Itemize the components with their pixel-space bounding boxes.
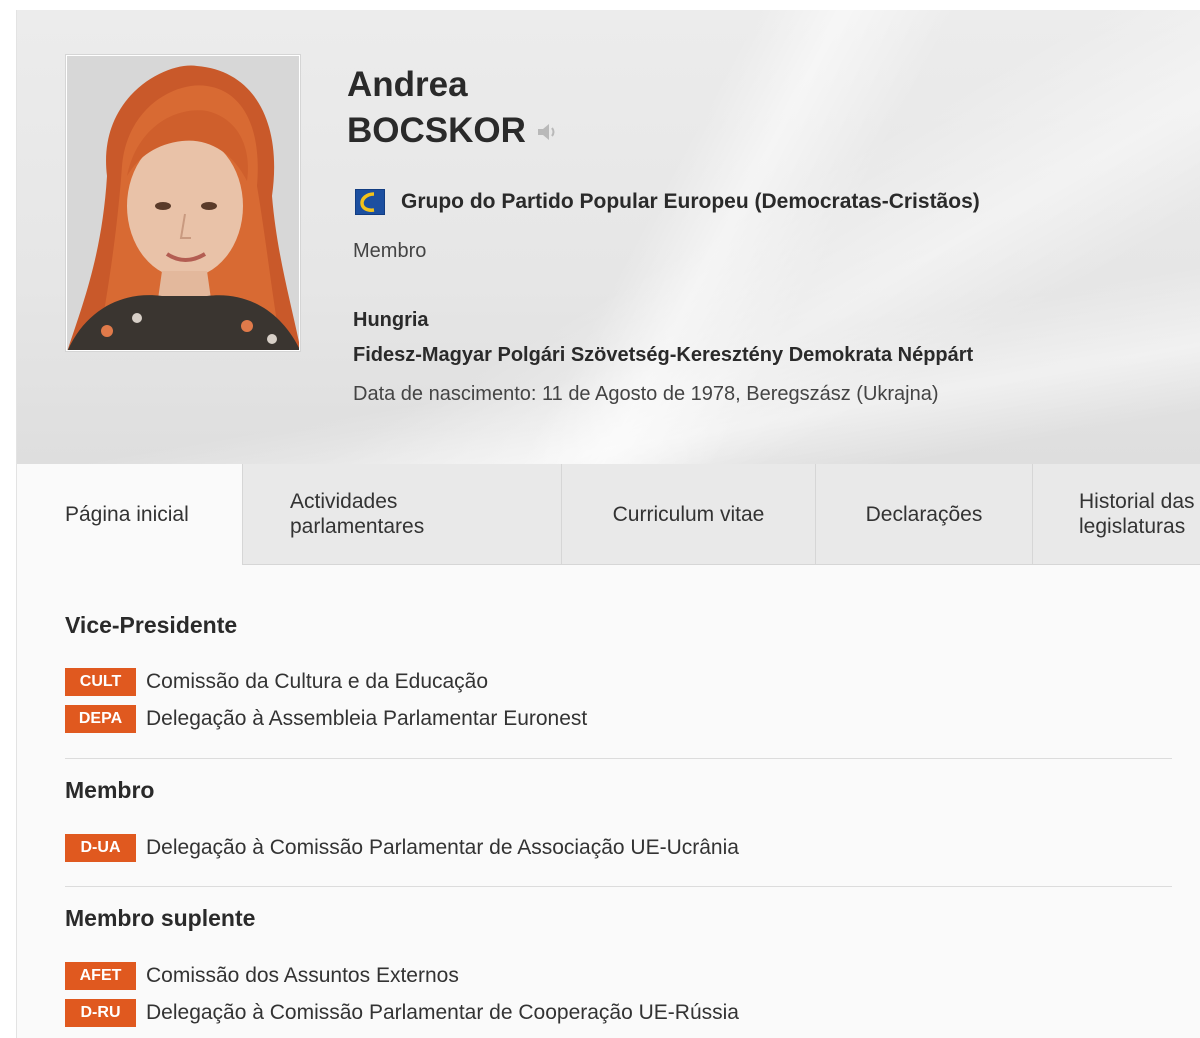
section-substitute: Membro suplente AFET Comissão dos Assunt… — [65, 887, 1172, 1031]
profile-page: Andrea BOCSKOR Grupo do Partido Popular … — [16, 10, 1200, 1038]
last-name-line: BOCSKOR — [347, 108, 558, 154]
group-name: Grupo do Partido Popular Europeu (Democr… — [401, 190, 980, 213]
last-name: BOCSKOR — [347, 111, 526, 150]
speaker-icon[interactable] — [536, 107, 558, 153]
list-item[interactable]: D-UA Delegação à Comissão Parlamentar de… — [65, 829, 1172, 866]
epp-group-logo-icon — [355, 189, 385, 215]
committee-link[interactable]: Comissão dos Assuntos Externos — [146, 964, 459, 988]
committee-link[interactable]: Comissão da Cultura e da Educação — [146, 670, 488, 694]
section-title: Vice-Presidente — [65, 612, 238, 638]
country: Hungria — [353, 309, 429, 331]
committee-badge: AFET — [65, 961, 136, 990]
national-party: Fidesz-Magyar Polgári Szövetség-Kereszté… — [353, 344, 974, 366]
tab-curriculum-vitae[interactable]: Curriculum vitae — [561, 464, 815, 565]
tab-parliamentary-activities[interactable]: Actividades parlamentares — [242, 464, 561, 565]
tab-label: Curriculum vitae — [612, 502, 765, 526]
profile-tabs: Página inicial Actividades parlamentares… — [17, 464, 1200, 565]
tab-legislature-history[interactable]: Historial das legislaturas — [1032, 464, 1200, 565]
first-name: Andrea — [347, 65, 468, 104]
political-group: Grupo do Partido Popular Europeu (Democr… — [355, 188, 980, 216]
list-item[interactable]: D-RU Delegação à Comissão Parlamentar de… — [65, 994, 1172, 1031]
membership-list: Vice-Presidente CULT Comissão da Cultura… — [65, 565, 1172, 1031]
tab-home[interactable]: Página inicial — [17, 464, 242, 565]
committee-badge: D-RU — [65, 998, 136, 1027]
committee-badge: D-UA — [65, 833, 136, 862]
list-item[interactable]: CULT Comissão da Cultura e da Educação — [65, 663, 1172, 700]
member-photo — [66, 55, 300, 351]
list-item[interactable]: AFET Comissão dos Assuntos Externos — [65, 957, 1172, 994]
section-member: Membro D-UA Delegação à Comissão Parlame… — [65, 759, 1172, 866]
committee-link[interactable]: Delegação à Assembleia Parlamentar Euron… — [146, 707, 587, 731]
profile-header: Andrea BOCSKOR Grupo do Partido Popular … — [17, 10, 1200, 464]
member-name: Andrea BOCSKOR — [347, 62, 558, 154]
tab-label: Página inicial — [65, 503, 189, 526]
committee-badge: DEPA — [65, 704, 136, 733]
committee-link[interactable]: Delegação à Comissão Parlamentar de Coop… — [146, 1001, 739, 1025]
section-title: Membro — [65, 777, 155, 803]
tab-label: Declarações — [865, 502, 983, 526]
birth-info: Data de nascimento: 11 de Agosto de 1978… — [353, 383, 939, 405]
section-title: Membro suplente — [65, 905, 256, 931]
tab-label: Historial das legislaturas — [1079, 490, 1195, 538]
tab-declarations[interactable]: Declarações — [815, 464, 1032, 565]
committee-link[interactable]: Delegação à Comissão Parlamentar de Asso… — [146, 836, 739, 860]
tab-label: Actividades parlamentares — [290, 490, 425, 538]
section-vice-president: Vice-Presidente CULT Comissão da Cultura… — [65, 565, 1172, 737]
group-role: Membro — [353, 240, 427, 262]
committee-badge: CULT — [65, 667, 136, 696]
list-item[interactable]: DEPA Delegação à Assembleia Parlamentar … — [65, 700, 1172, 737]
